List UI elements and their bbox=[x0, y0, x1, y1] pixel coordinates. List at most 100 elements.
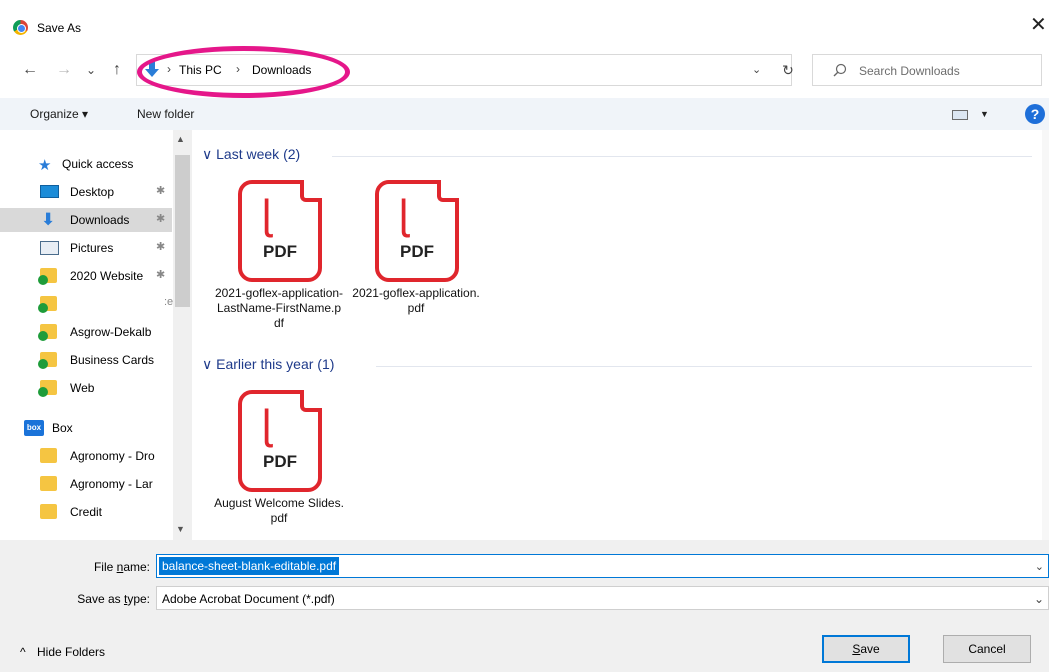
command-bar: Organize ▾ New folder bbox=[0, 98, 1049, 130]
folder-icon bbox=[40, 504, 57, 519]
address-bar[interactable]: › This PC › Downloads bbox=[136, 54, 792, 86]
sidebar-item-label: Desktop bbox=[70, 185, 115, 199]
scroll-down-arrow[interactable]: ▼ bbox=[176, 524, 185, 534]
recent-locations-button[interactable]: ⌄ bbox=[81, 58, 101, 82]
search-box[interactable]: Search Downloads bbox=[812, 54, 1042, 86]
file-item[interactable]: ɭ PDF 2021-goflex-application.pdf bbox=[351, 180, 481, 350]
content-scrollbar[interactable] bbox=[1042, 130, 1049, 540]
file-name-value: balance-sheet-blank-editable.pdf bbox=[159, 557, 340, 575]
address-dropdown-button[interactable]: ⌄ bbox=[752, 63, 761, 76]
hide-folders-label: Hide Folders bbox=[36, 645, 106, 659]
sidebar-item-label: Agronomy - Lar bbox=[70, 477, 153, 491]
sidebar-item-agronomy-lar[interactable]: Agronomy - Lar bbox=[0, 472, 172, 496]
sidebar-item-2020-website[interactable]: 2020 Website ✱ bbox=[0, 264, 172, 288]
sidebar-item-label: Quick access bbox=[62, 157, 134, 171]
star-icon: ★ bbox=[38, 157, 52, 174]
group-divider bbox=[332, 156, 1032, 157]
sidebar-item-agronomy-dro[interactable]: Agronomy - Dro bbox=[0, 444, 172, 468]
pdf-label: PDF bbox=[263, 242, 297, 261]
pin-icon[interactable]: ✱ bbox=[156, 268, 165, 281]
group-header-last-week[interactable]: ∨ Last week (2) bbox=[202, 146, 300, 163]
file-name: August Welcome Slides.pdf bbox=[214, 496, 344, 525]
sidebar-item-credit[interactable]: Credit bbox=[0, 500, 172, 524]
chevron-down-icon[interactable]: ⌄ bbox=[1035, 560, 1044, 573]
organize-button[interactable]: Organize ▾ bbox=[30, 107, 88, 121]
view-dropdown-icon[interactable]: ▼ bbox=[980, 109, 989, 119]
sidebar-item-label: Box bbox=[52, 421, 73, 435]
file-item[interactable]: ɭ PDF 2021-goflex-application-LastName-F… bbox=[214, 180, 344, 350]
navigation-pane: ★ Quick access Desktop ✱ ⬇ Downloads ✱ P… bbox=[0, 130, 192, 540]
truncated-text: :e bbox=[164, 296, 174, 308]
search-placeholder: Search Downloads bbox=[859, 64, 960, 78]
save-as-type-select[interactable]: Adobe Acrobat Document (*.pdf) ⌄ bbox=[156, 586, 1049, 610]
scrollbar-thumb[interactable] bbox=[175, 155, 190, 307]
sidebar-item-asgrow-dekalb[interactable]: Asgrow-Dekalb bbox=[0, 320, 172, 344]
back-button[interactable]: ← bbox=[20, 58, 40, 82]
file-name: 2021-goflex-application.pdf bbox=[352, 286, 480, 315]
sidebar-item-label: Asgrow-Dekalb bbox=[70, 325, 152, 339]
folder-icon bbox=[38, 380, 57, 397]
sidebar-item-label: Agronomy - Dro bbox=[70, 449, 155, 463]
pin-icon[interactable]: ✱ bbox=[156, 240, 165, 253]
up-button[interactable]: ↑ bbox=[107, 58, 127, 82]
folder-icon bbox=[38, 296, 57, 313]
folder-icon bbox=[40, 476, 57, 491]
window-title: Save As bbox=[37, 21, 82, 35]
breadcrumb-separator: › bbox=[167, 62, 171, 76]
sidebar-item-quick-access[interactable]: ★ Quick access bbox=[0, 152, 172, 176]
pdf-file-icon: ɭ PDF bbox=[238, 390, 322, 492]
pictures-icon bbox=[40, 241, 59, 255]
chevron-down-icon: ∨ bbox=[202, 356, 213, 372]
sidebar-item-label: Pictures bbox=[70, 241, 114, 255]
hide-folders-button[interactable]: ^ Hide Folders bbox=[20, 645, 105, 659]
cancel-button[interactable]: Cancel bbox=[943, 635, 1031, 663]
scroll-up-arrow[interactable]: ▲ bbox=[176, 134, 185, 144]
downloads-icon: ⬇ bbox=[41, 210, 56, 229]
breadcrumb-this-pc[interactable]: This PC bbox=[179, 63, 222, 77]
sidebar-item-folder[interactable]: :e bbox=[0, 292, 174, 316]
chevron-down-icon: ⌄ bbox=[1033, 592, 1044, 606]
change-view-icon[interactable] bbox=[952, 110, 968, 120]
folder-icon bbox=[40, 448, 57, 463]
breadcrumb-separator: › bbox=[236, 62, 240, 76]
box-icon: box bbox=[24, 420, 44, 436]
sidebar-item-box[interactable]: box Box bbox=[0, 416, 172, 440]
group-header-earlier-this-year[interactable]: ∨ Earlier this year (1) bbox=[202, 356, 334, 373]
file-name-input[interactable]: balance-sheet-blank-editable.pdf ⌄ bbox=[156, 554, 1049, 578]
help-icon[interactable]: ? bbox=[1025, 104, 1045, 124]
sidebar-item-web[interactable]: Web bbox=[0, 376, 172, 400]
sidebar-item-business-cards[interactable]: Business Cards bbox=[0, 348, 172, 372]
folder-icon bbox=[38, 268, 57, 285]
downloads-location-icon bbox=[145, 61, 159, 77]
save-as-type-label: Save as type: bbox=[77, 592, 150, 606]
sidebar-item-label: Credit bbox=[70, 505, 103, 519]
file-list: ∨ Last week (2) ɭ PDF 2021-goflex-applic… bbox=[192, 130, 1042, 540]
group-header-label: Last week (2) bbox=[216, 146, 301, 162]
new-folder-button[interactable]: New folder bbox=[137, 107, 194, 121]
breadcrumb-downloads[interactable]: Downloads bbox=[252, 63, 311, 77]
save-button[interactable]: Save bbox=[822, 635, 910, 663]
pdf-file-icon: ɭ PDF bbox=[238, 180, 322, 282]
refresh-button[interactable]: ↻ bbox=[774, 58, 802, 82]
pin-icon[interactable]: ✱ bbox=[156, 184, 165, 197]
sidebar-item-label: Web bbox=[70, 381, 95, 395]
pdf-label: PDF bbox=[400, 242, 434, 261]
close-icon[interactable]: ✕ bbox=[1030, 15, 1049, 37]
file-item[interactable]: ɭ PDF August Welcome Slides.pdf bbox=[214, 390, 344, 560]
file-name-label: File name: bbox=[93, 560, 150, 574]
pin-icon[interactable]: ✱ bbox=[156, 212, 165, 225]
title-bar: Save As ✕ bbox=[0, 0, 1049, 46]
group-header-label: Earlier this year (1) bbox=[216, 356, 335, 372]
pdf-file-icon: ɭ PDF bbox=[375, 180, 459, 282]
folder-icon bbox=[38, 352, 57, 369]
group-divider bbox=[376, 366, 1032, 367]
sidebar-item-label: Business Cards bbox=[70, 353, 155, 367]
sidebar-item-downloads[interactable]: ⬇ Downloads ✱ bbox=[0, 208, 172, 232]
sidebar-item-desktop[interactable]: Desktop ✱ bbox=[0, 180, 172, 204]
chevron-up-icon: ^ bbox=[20, 645, 26, 659]
pdf-label: PDF bbox=[263, 452, 297, 471]
desktop-icon bbox=[40, 185, 59, 198]
sidebar-item-pictures[interactable]: Pictures ✱ bbox=[0, 236, 172, 260]
save-as-type-value: Adobe Acrobat Document (*.pdf) bbox=[162, 592, 335, 606]
forward-button[interactable]: → bbox=[54, 58, 74, 82]
